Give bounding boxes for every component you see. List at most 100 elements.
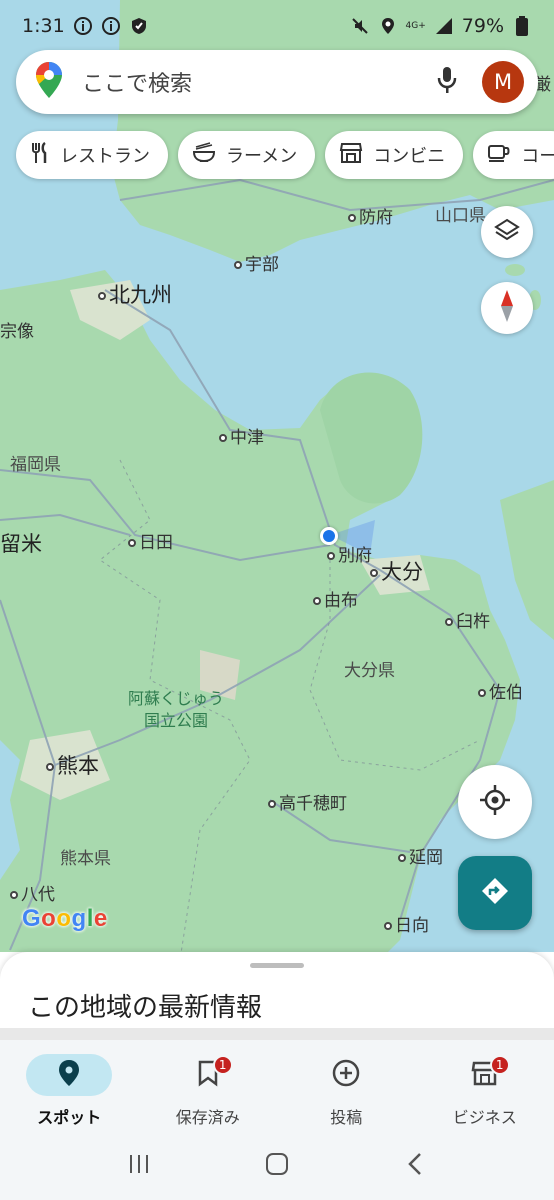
my-location-button[interactable] [458, 765, 532, 839]
compass-icon [497, 290, 517, 326]
map-label-kitakyushu[interactable]: 北九州 [98, 279, 172, 309]
label-text: 国立公園 [144, 711, 209, 730]
battery-percent: 79% [461, 15, 504, 37]
map-label-nakatsu[interactable]: 中津 [219, 423, 264, 448]
ramen-icon [192, 141, 216, 169]
map-label-hita[interactable]: 日田 [128, 528, 173, 553]
city-dot-icon [348, 214, 356, 222]
battery-icon [512, 16, 532, 36]
info-icon [101, 16, 121, 36]
layers-button[interactable] [481, 206, 533, 258]
status-time: 1:31 [22, 15, 65, 37]
chip-label: コー [521, 146, 554, 167]
map-label-oita-pref[interactable]: 大分県 [344, 656, 395, 681]
label-text: 留米 [0, 532, 42, 556]
home-button[interactable] [257, 1146, 297, 1186]
label-text: 由布 [324, 591, 358, 611]
map-label-kumamoto-pref[interactable]: 熊本県 [60, 844, 111, 869]
chip-coffee[interactable]: コー [473, 131, 554, 179]
map-label-aso-park[interactable]: 阿蘇くじゅう 国立公園 [128, 688, 224, 732]
sheet-drag-handle[interactable] [250, 963, 304, 968]
city-dot-icon [398, 854, 406, 862]
label-text: 大分 [381, 560, 423, 584]
city-dot-icon [234, 261, 242, 269]
status-right: 4G+ 79% [350, 15, 532, 37]
label-text: 熊本県 [60, 849, 111, 869]
map-label-oita[interactable]: 大分 [370, 556, 423, 586]
map-label-ube[interactable]: 宇部 [234, 250, 279, 275]
microphone-icon[interactable] [436, 65, 458, 99]
nav-tab-explore[interactable]: スポット [0, 1040, 139, 1132]
nav-tab-business[interactable]: 1 ビジネス [416, 1040, 554, 1132]
label-text: 宗像 [0, 322, 34, 342]
nav-icon-container [26, 1054, 113, 1096]
label-text: 福岡県 [10, 455, 61, 475]
chip-convenience[interactable]: コンビニ [325, 131, 464, 179]
search-bar[interactable]: ここで検索 M [16, 50, 538, 114]
city-dot-icon [10, 891, 18, 899]
google-maps-pin-icon [36, 62, 62, 102]
chip-ramen[interactable]: ラーメン [178, 131, 316, 179]
island [505, 264, 525, 276]
map-label-yufu[interactable]: 由布 [313, 586, 358, 611]
label-text: 北九州 [109, 283, 172, 307]
city-dot-icon [370, 569, 378, 577]
label-text: 宇部 [245, 255, 279, 275]
map-label-usuki[interactable]: 臼杵 [445, 607, 490, 632]
map-label-saiki[interactable]: 佐伯 [478, 678, 523, 703]
directions-button[interactable] [458, 856, 532, 930]
nav-label: 保存済み [175, 1108, 240, 1127]
label-text: 佐伯 [489, 683, 523, 703]
chip-label: レストラン [60, 146, 150, 167]
map-label-takachiho[interactable]: 高千穂町 [268, 789, 347, 814]
status-bar: 1:31 4G+ 79% [0, 0, 554, 52]
nav-icon-container: 1 [165, 1054, 251, 1096]
city-dot-icon [384, 922, 392, 930]
back-button[interactable] [395, 1146, 435, 1186]
label-text: 臼杵 [456, 612, 490, 632]
nav-icon-container: 1 [442, 1054, 528, 1096]
notification-badge: 1 [212, 1055, 233, 1075]
location-icon [378, 16, 398, 36]
city-dot-icon [445, 618, 453, 626]
label-text: 中津 [230, 428, 264, 448]
compass-button[interactable] [481, 282, 533, 334]
sheet-divider [0, 1028, 554, 1040]
crosshair-icon [479, 784, 511, 820]
city-dot-icon [46, 763, 54, 771]
label-text: 熊本 [57, 754, 99, 778]
nav-tab-contribute[interactable]: 投稿 [277, 1040, 416, 1132]
nav-tab-saved[interactable]: 1 保存済み [139, 1040, 278, 1132]
label-text: 日向 [395, 916, 429, 936]
search-input[interactable]: ここで検索 [82, 66, 436, 98]
map-label-kurume[interactable]: 留米 [0, 528, 42, 558]
city-dot-icon [327, 552, 335, 560]
label-text: 防府 [359, 208, 393, 228]
map-label-nobeoka[interactable]: 延岡 [398, 843, 443, 868]
bottom-sheet[interactable]: この地域の最新情報 [0, 952, 554, 1038]
mute-icon [350, 16, 370, 36]
label-text: 八代 [21, 885, 55, 905]
chip-restaurant[interactable]: レストラン [16, 131, 168, 179]
map-label-yatsushiro[interactable]: 八代 [10, 880, 55, 905]
map-label-beppu[interactable]: 別府 [327, 541, 372, 566]
city-dot-icon [478, 689, 486, 697]
recent-apps-icon [127, 1153, 151, 1179]
current-location-marker[interactable] [320, 527, 338, 545]
map-label-hofu[interactable]: 防府 [348, 203, 393, 228]
recent-apps-button[interactable] [119, 1146, 159, 1186]
map-label-yamaguchi[interactable]: 山口県 [435, 201, 486, 226]
map-label-fukuoka-pref[interactable]: 福岡県 [10, 450, 61, 475]
nav-label: 投稿 [330, 1108, 363, 1127]
avatar[interactable]: M [482, 61, 524, 103]
label-text: 日田 [139, 533, 173, 553]
label-text: 大分県 [344, 661, 395, 681]
map-label-kumamoto[interactable]: 熊本 [46, 750, 99, 780]
google-logo: Google [22, 905, 108, 932]
map-label-hyuga[interactable]: 日向 [384, 911, 429, 936]
pin-icon [58, 1059, 80, 1091]
back-icon [407, 1152, 423, 1180]
network-type: 4G+ [405, 20, 426, 31]
restaurant-icon [30, 141, 50, 169]
map-label-munakata[interactable]: 宗像 [0, 317, 34, 342]
